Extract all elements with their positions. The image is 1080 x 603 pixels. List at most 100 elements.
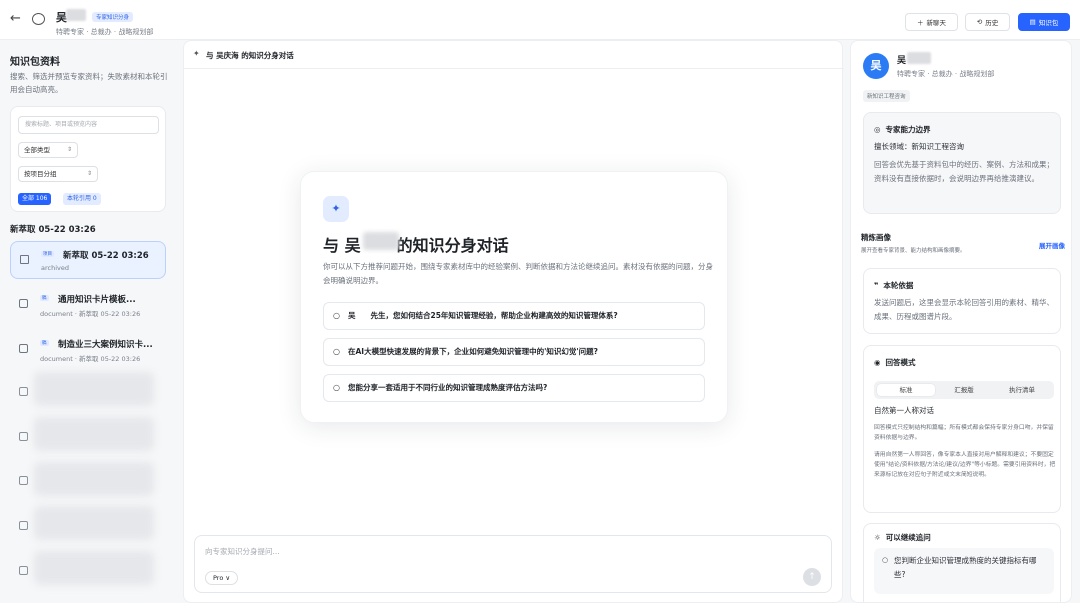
filter-all-pill[interactable]: 全部 106: [18, 193, 52, 205]
quote-icon: ❞: [874, 281, 879, 290]
message-input[interactable]: 向专家知识分身提问...: [205, 546, 280, 557]
welcome-card: ✦ 与 吴 的知识分身对话 你可以从下方推荐问题开始，围绕专家素材库中的经验案例、…: [300, 171, 728, 423]
chevron-updown-icon: ⇕: [86, 170, 92, 177]
redacted-list-item[interactable]: [34, 462, 154, 496]
knowledge-pack-button[interactable]: ▤ 知识包: [1018, 13, 1070, 31]
list-item[interactable]: 稿 通用知识卡片模板... document · 新萃取 05-22 03:26: [10, 286, 166, 324]
follow-up-card: ☼ 可以继续追问 ○ 您判断企业知识管理成熟度的关键指标有哪些?: [863, 523, 1061, 602]
follow-up-question[interactable]: ○ 您判断企业知识管理成熟度的关键指标有哪些?: [874, 548, 1054, 594]
question-text: 在AI大模型快速发展的背景下，企业如何避免知识管理中的'知识幻觉'问题?: [348, 347, 599, 356]
item-tag: 项目: [41, 251, 54, 257]
chat-bubble-icon: ○: [882, 556, 889, 564]
redacted-list-item[interactable]: [34, 506, 154, 540]
answer-mode-title-text: 回答模式: [885, 358, 916, 367]
redacted-name: [907, 52, 931, 64]
mode-heading: 自然第一人称对话: [874, 406, 934, 415]
ability-title-text: 专家能力边界: [885, 125, 931, 134]
new-chat-button[interactable]: ＋ 新聊天: [905, 13, 958, 31]
item-meta: document · 新萃取 05-22 03:26: [40, 310, 141, 318]
role-badge: 专家知识分身: [92, 12, 134, 22]
search-input[interactable]: 搜索标题、项目或预览内容: [18, 116, 159, 134]
tab-report[interactable]: 汇报版: [935, 384, 993, 396]
left-panel-title: 知识包资料: [10, 57, 60, 68]
plus-icon: ＋: [917, 19, 924, 27]
welcome-title-prefix: 与 吴: [323, 236, 361, 255]
follow-up-title: ☼ 可以继续追问: [874, 532, 931, 543]
redacted-list-item[interactable]: [34, 417, 154, 451]
expert-profile-panel: 吴 吴 特聘专家 · 总裁办 · 战略规划部 新知识工程咨询 ◎ 专家能力边界 擅…: [850, 40, 1072, 603]
basis-title: ❞ 本轮依据: [874, 280, 913, 291]
list-item[interactable]: 稿 制造业三大案例知识卡... document · 新萃取 05-22 03:…: [10, 331, 166, 369]
expand-profile-link[interactable]: 展开画像: [1039, 240, 1065, 250]
item-tag: 稿: [40, 295, 49, 301]
top-bar: ← 吴 专家知识分身 特聘专家 · 总裁办 · 战略规划部 ＋ 新聊天 ⟲ 历史…: [0, 0, 1080, 40]
history-button[interactable]: ⟲ 历史: [965, 13, 1010, 31]
mode-note-2: 请用自然第一人称回答，像专家本人直接对用户解释和建议；不要固定使用"结论/资料依…: [874, 452, 1056, 478]
redacted-list-item[interactable]: [34, 551, 154, 585]
chat-header-title: 与 吴庆海 的知识分身对话: [206, 51, 294, 60]
document-icon: [19, 476, 28, 485]
redacted-list-item[interactable]: [34, 372, 154, 406]
follow-up-title-text: 可以继续追问: [885, 533, 931, 542]
chat-bubble-icon: ○: [333, 311, 340, 320]
arrow-left-icon[interactable]: ←: [10, 12, 24, 26]
welcome-intro: 你可以从下方推荐问题开始，围绕专家素材库中的经验案例、判断依据和方法论继续追问。…: [323, 262, 713, 285]
redacted-name: [363, 232, 399, 250]
item-title: 新萃取 05-22 03:26: [63, 251, 149, 261]
redacted-name: [66, 9, 86, 21]
list-item[interactable]: 项目 新萃取 05-22 03:26 archived: [10, 241, 166, 279]
filter-card: 搜索标题、项目或预览内容 全部类型 ⇕ 按项目分组 ⇕ 全部 106 本轮引用 …: [10, 106, 166, 212]
type-select[interactable]: 全部类型 ⇕: [18, 142, 78, 158]
item-meta: archived: [41, 264, 69, 272]
group-select-value: 按项目分组: [24, 170, 57, 178]
document-icon: [19, 432, 28, 441]
ability-body: 回答会优先基于资料包中的经历、案例、方法和成果；资料没有直接依据时，会说明边界再…: [874, 160, 1054, 183]
type-select-value: 全部类型: [24, 146, 50, 154]
chat-header: ✦ 与 吴庆海 的知识分身对话: [184, 41, 844, 69]
knowledge-pack-label: 知识包: [1038, 19, 1059, 27]
answer-mode-tabs: 标准 汇报版 执行清单: [874, 381, 1054, 399]
question-text: 您能分享一套适用于不同行业的知识管理成熟度评估方法吗?: [348, 383, 548, 392]
group-select[interactable]: 按项目分组 ⇕: [18, 166, 98, 182]
filter-cited-pill[interactable]: 本轮引用 0: [63, 193, 101, 205]
mode-select[interactable]: Pro ∨: [205, 571, 239, 585]
document-icon: [19, 387, 28, 396]
item-title: 通用知识卡片模板...: [58, 295, 136, 305]
group-title: 新萃取 05-22 03:26: [10, 225, 96, 235]
ability-card: ◎ 专家能力边界 擅长领域：新知识工程咨询 回答会优先基于资料包中的经历、案例、方…: [863, 112, 1061, 214]
welcome-title-suffix: 的知识分身对话: [396, 236, 509, 255]
lightbulb-icon: ☼: [874, 533, 881, 542]
book-icon: ▤: [1029, 18, 1036, 26]
left-panel-desc: 搜索、筛选并预览专家资料；失败素材和本轮引用会自动高亮。: [10, 72, 168, 94]
profile-section-title: 精炼画像: [861, 233, 891, 242]
basis-card: ❞ 本轮依据 发送问题后，这里会显示本轮回答引用的素材、精华、成果、历程或图谱片段…: [863, 268, 1061, 334]
tab-checklist[interactable]: 执行清单: [993, 384, 1051, 396]
expert-subtitle: 特聘专家 · 总裁办 · 战略规划部: [56, 28, 154, 36]
message-composer[interactable]: 向专家知识分身提问... Pro ∨ ↑: [194, 535, 832, 593]
expert-name: 吴: [897, 56, 907, 66]
profile-section-desc: 展开查看专家背景、能力结构和画像摘要。: [861, 248, 966, 254]
ability-field: 擅长领域：新知识工程咨询: [874, 142, 964, 151]
send-icon[interactable]: ↑: [803, 568, 821, 586]
sparkle-icon: ✦: [323, 196, 349, 222]
suggested-question[interactable]: ○ 在AI大模型快速发展的背景下，企业如何避免知识管理中的'知识幻觉'问题?: [323, 338, 705, 366]
suggested-question[interactable]: ○ 吴 先生，您如何结合25年知识管理经验，帮助企业构建高效的知识管理体系?: [323, 302, 705, 330]
history-icon: ⟲: [976, 18, 983, 26]
new-chat-label: 新聊天: [926, 19, 947, 27]
chevron-updown-icon: ⇕: [66, 146, 72, 153]
item-meta: document · 新萃取 05-22 03:26: [40, 355, 141, 363]
suggested-question[interactable]: ○ 您能分享一套适用于不同行业的知识管理成熟度评估方法吗?: [323, 374, 705, 402]
answer-mode-title: ◉ 回答模式: [874, 357, 916, 368]
chat-bubble-icon[interactable]: [32, 13, 45, 25]
chat-bubble-icon: ○: [333, 347, 340, 356]
sparkle-icon: ✦: [193, 49, 200, 58]
chat-bubble-icon: ○: [333, 383, 340, 392]
basis-title-text: 本轮依据: [883, 281, 914, 290]
tab-standard[interactable]: 标准: [877, 384, 935, 396]
file-icon: [19, 521, 28, 530]
document-icon: [19, 344, 28, 353]
follow-up-text: 您判断企业知识管理成熟度的关键指标有哪些?: [894, 556, 1037, 579]
history-label: 历史: [985, 19, 999, 27]
item-tag: 稿: [40, 340, 49, 346]
mode-icon: ◉: [874, 358, 881, 367]
